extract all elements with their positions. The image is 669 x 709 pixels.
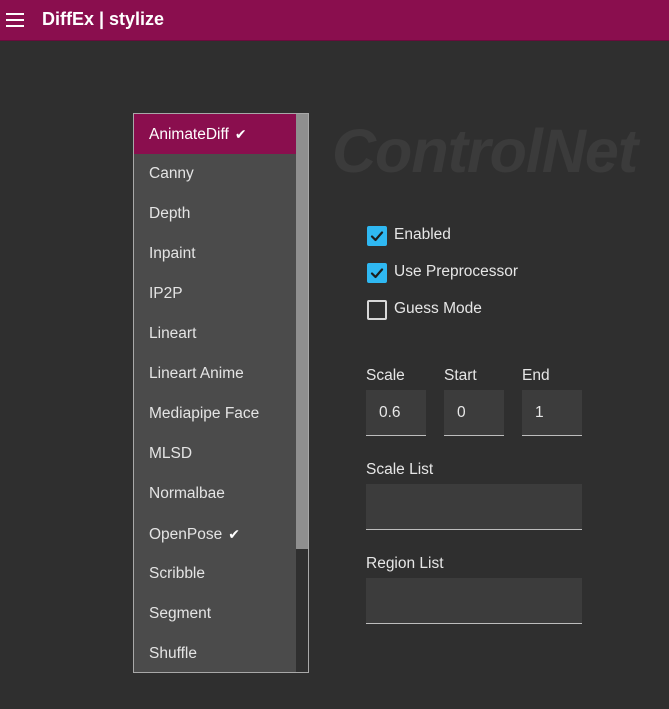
dropdown-item-label: Depth (149, 205, 191, 222)
dropdown-item[interactable]: Inpaint (134, 234, 297, 274)
use-preprocessor-label: Use Preprocessor (394, 263, 519, 280)
controlnet-model-dropdown[interactable]: AnimateDiff ✔ Canny Depth Inpaint IP2P Lineart… (133, 113, 309, 673)
region-list-input[interactable] (366, 578, 582, 624)
dropdown-item[interactable]: Lineart (134, 314, 297, 354)
use-preprocessor-checkbox[interactable] (367, 263, 387, 283)
dropdown-item-label: Inpaint (149, 245, 196, 262)
controlnet-watermark: ControlNet (332, 117, 638, 185)
guess-mode-label: Guess Mode (394, 300, 482, 317)
dropdown-item-label: Canny (149, 165, 194, 182)
dropdown-item-label: Normalbae (149, 485, 225, 502)
end-label: End (522, 367, 550, 384)
dropdown-item-label: MLSD (149, 445, 193, 462)
dropdown-item[interactable]: AnimateDiff ✔ (134, 114, 297, 154)
enabled-label: Enabled (394, 226, 451, 243)
dropdown-item-label: Shuffle (149, 645, 197, 662)
dropdown-item-label: IP2P (149, 285, 183, 302)
dropdown-item-label: Lineart Anime (149, 365, 244, 382)
app-header: DiffEx | stylize (0, 0, 669, 41)
dropdown-item[interactable]: Normalbae (134, 474, 297, 514)
scale-label: Scale (366, 367, 405, 384)
checkmark-icon: ✔ (228, 526, 240, 542)
dropdown-item[interactable]: Mediapipe Face (134, 394, 297, 434)
dropdown-scrollbar-thumb[interactable] (296, 114, 308, 549)
dropdown-item-label: Mediapipe Face (149, 405, 260, 422)
dropdown-item-label: Lineart (149, 325, 197, 342)
dropdown-item-label: AnimateDiff (149, 126, 229, 143)
dropdown-item[interactable]: Scribble (134, 554, 297, 594)
region-list-label: Region List (366, 555, 444, 572)
checkmark-icon: ✔ (234, 126, 247, 142)
dropdown-item[interactable]: Canny (134, 154, 297, 194)
scale-list-input[interactable] (366, 484, 582, 530)
dropdown-scrollbar[interactable] (296, 114, 308, 672)
start-input[interactable] (444, 390, 504, 436)
dropdown-item[interactable]: IP2P (134, 274, 297, 314)
dropdown-item[interactable]: OpenPose ✔ (134, 514, 297, 554)
dropdown-item-label: Scribble (149, 565, 205, 582)
dropdown-item[interactable]: Shuffle (134, 634, 297, 672)
dropdown-item[interactable]: Depth (134, 194, 297, 234)
scale-list-label: Scale List (366, 461, 434, 478)
dropdown-item[interactable]: Segment (134, 594, 297, 634)
dropdown-item-label: Segment (149, 605, 212, 622)
dropdown-item-label: OpenPose (149, 526, 223, 543)
guess-mode-checkbox[interactable] (367, 300, 387, 320)
end-input[interactable] (522, 390, 582, 436)
dropdown-item[interactable]: MLSD (134, 434, 297, 474)
hamburger-menu-icon[interactable] (6, 12, 24, 28)
start-label: Start (444, 367, 477, 384)
dropdown-item[interactable]: Lineart Anime (134, 354, 297, 394)
app-title: DiffEx | stylize (42, 9, 165, 29)
scale-input[interactable] (366, 390, 426, 436)
enabled-checkbox[interactable] (367, 226, 387, 246)
dropdown-list: AnimateDiff ✔ Canny Depth Inpaint IP2P Lineart… (134, 114, 297, 672)
